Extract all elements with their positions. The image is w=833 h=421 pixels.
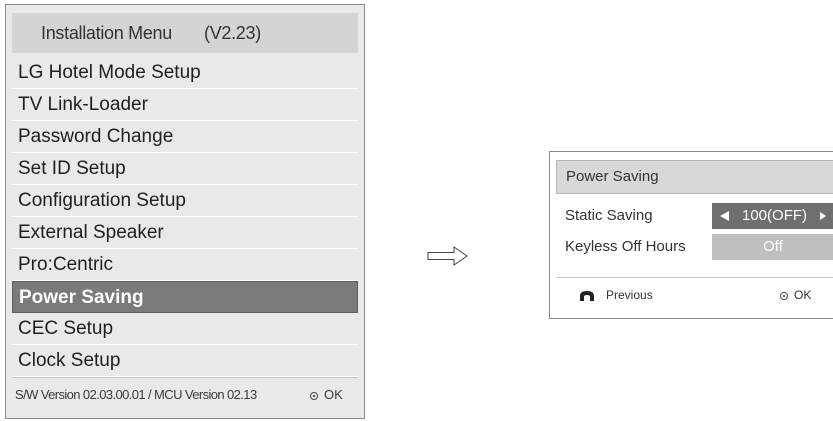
power-saving-title-bar: Power Saving (556, 160, 833, 194)
software-version-text: S/W Version 02.03.00.01 / MCU Version 02… (15, 387, 257, 402)
static-saving-value: 100(OFF) (742, 207, 808, 224)
menu-item[interactable]: LG Hotel Mode Setup (12, 57, 358, 89)
menu-item[interactable]: External Speaker (12, 217, 358, 249)
static-saving-selector[interactable]: 100(OFF) (712, 203, 833, 229)
installation-menu-panel: Installation Menu (V2.23) LG Hotel Mode … (5, 4, 365, 419)
menu-item[interactable]: Password Change (12, 121, 358, 153)
menu-item[interactable]: CEC Setup (12, 313, 358, 345)
static-saving-label: Static Saving (565, 207, 653, 224)
installation-menu-list: LG Hotel Mode Setup TV Link-Loader Passwor… (12, 57, 358, 377)
menu-item[interactable]: Clock Setup (12, 345, 358, 377)
power-saving-footer: Previous OK (556, 277, 833, 312)
ok-label: OK (794, 288, 812, 302)
arrow-right-icon[interactable] (820, 212, 826, 220)
keyless-off-hours-label: Keyless Off Hours (565, 238, 686, 255)
menu-item[interactable]: Power Saving (12, 281, 358, 313)
ok-button[interactable]: OK (310, 378, 343, 412)
right-arrow-icon (427, 246, 468, 266)
menu-item[interactable]: Configuration Setup (12, 185, 358, 217)
installation-menu-footer: S/W Version 02.03.00.01 / MCU Version 02… (12, 377, 358, 412)
installation-menu-header: Installation Menu (V2.23) (12, 13, 358, 53)
back-icon (580, 291, 594, 302)
ok-dot-icon (310, 391, 318, 400)
arrow-left-icon[interactable] (720, 211, 729, 221)
menu-item[interactable]: Pro:Centric (12, 249, 358, 281)
power-saving-title: Power Saving (566, 168, 659, 185)
ok-button[interactable]: OK (780, 278, 811, 312)
installation-menu-version: (V2.23) (204, 23, 261, 43)
power-saving-panel: Power Saving Static Saving 100(OFF) Keyl… (549, 151, 833, 319)
ok-dot-icon (780, 291, 788, 300)
static-saving-row[interactable]: Static Saving 100(OFF) (556, 203, 833, 229)
installation-menu-title: Installation Menu (41, 23, 172, 43)
ok-label: OK (324, 387, 343, 402)
previous-label: Previous (606, 288, 653, 302)
keyless-off-hours-row[interactable]: Keyless Off Hours Off (556, 234, 833, 260)
keyless-off-hours-value[interactable]: Off (712, 234, 833, 260)
menu-item[interactable]: TV Link-Loader (12, 89, 358, 121)
previous-button[interactable]: Previous (578, 278, 653, 312)
menu-item[interactable]: Set ID Setup (12, 153, 358, 185)
